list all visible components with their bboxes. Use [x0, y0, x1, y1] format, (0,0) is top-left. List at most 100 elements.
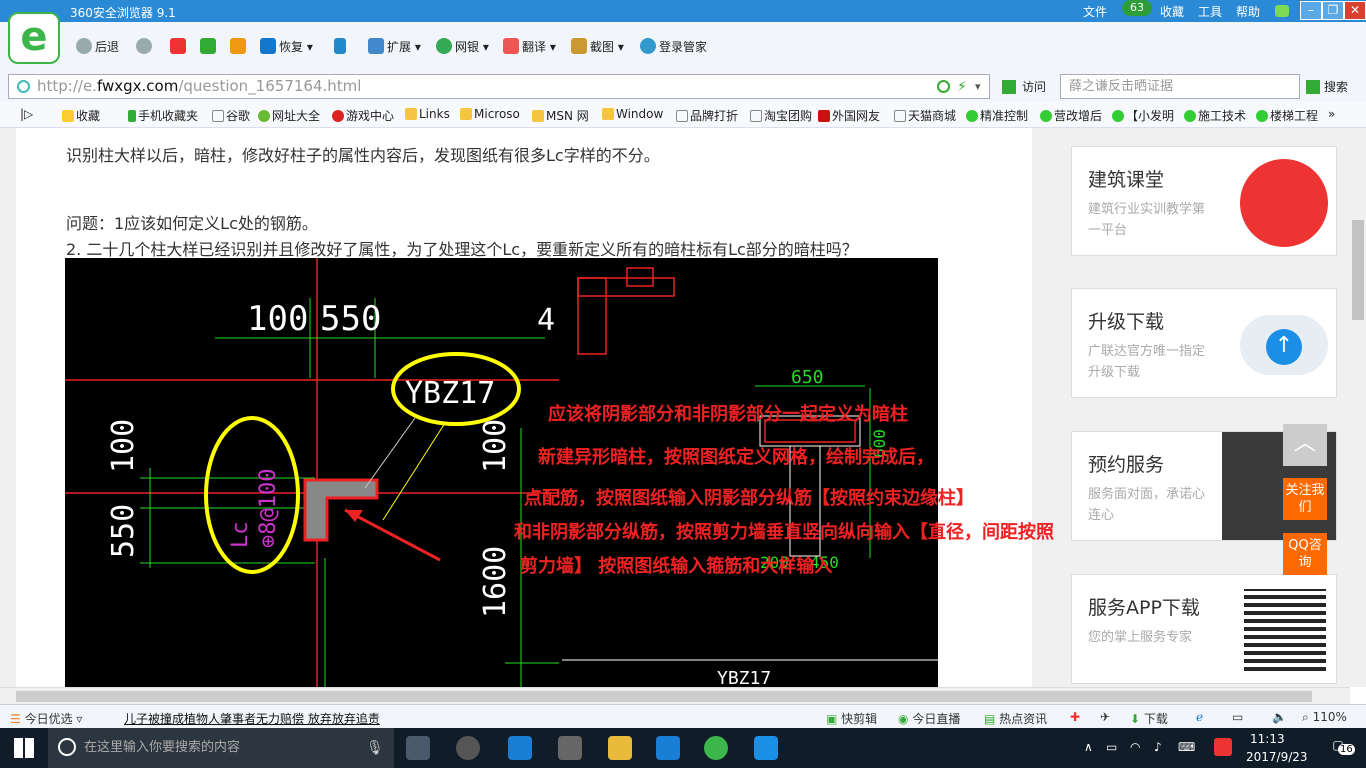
minimize-button[interactable]: – — [1300, 1, 1322, 20]
course-card[interactable]: 建筑课堂 建筑行业实训教学第一平台 — [1071, 146, 1337, 256]
window-icon[interactable]: ▭ — [1232, 710, 1243, 724]
url-field[interactable]: http://e.fwxgx.com/question_1657164.html… — [8, 74, 990, 99]
visit-button[interactable]: 访问 — [1002, 78, 1046, 95]
bookmark-item[interactable]: Links — [405, 107, 450, 121]
bookmark-item[interactable]: 游戏中心 — [332, 107, 394, 124]
tray-expand-icon[interactable]: ∧ — [1084, 740, 1093, 754]
speaker-icon[interactable]: ♪ — [1154, 740, 1162, 754]
bookmark-item[interactable]: 网址大全 — [258, 107, 320, 124]
menu-tools[interactable]: 工具 — [1198, 3, 1222, 20]
page-icon — [212, 110, 224, 122]
folder-icon — [602, 108, 614, 120]
remote-app-icon[interactable] — [754, 736, 778, 760]
skin-icon[interactable] — [1275, 5, 1289, 17]
play-icon: ▣ — [826, 712, 838, 726]
security-icon[interactable] — [937, 80, 950, 93]
edge-icon[interactable] — [508, 736, 532, 760]
scroll-thumb[interactable] — [1352, 220, 1364, 320]
keyboard-icon[interactable]: ⌨ — [1178, 740, 1195, 754]
sidebar-toggle-icon[interactable]: |▷ — [20, 107, 33, 121]
translate-button[interactable]: 翻译 ▾ — [503, 38, 556, 55]
windows-start-icon[interactable] — [14, 738, 34, 758]
extend-button[interactable]: 扩展 ▾ — [368, 38, 421, 55]
bookmark-item[interactable]: Microso — [460, 107, 520, 121]
mobile-button[interactable] — [334, 38, 349, 54]
microphone-icon[interactable]: 🎙 — [366, 728, 384, 768]
bookmark-item[interactable]: 收藏 — [62, 107, 100, 124]
search-button[interactable]: 搜索 — [1306, 78, 1348, 95]
today-picks[interactable]: ☰ 今日优选 ▿ — [10, 710, 82, 727]
app-card[interactable]: 服务APP下载 您的掌上服务专家 — [1071, 574, 1337, 684]
forward-button[interactable] — [136, 38, 155, 54]
bookmark-item[interactable]: 外国网友 — [818, 107, 880, 124]
download-button[interactable]: ⬇ 下载 — [1130, 710, 1168, 727]
page-icon — [17, 80, 30, 93]
bank-button[interactable]: 网银 ▾ — [436, 38, 489, 55]
scroll-thumb[interactable] — [16, 691, 1312, 702]
volume-icon[interactable]: 🔈 — [1272, 710, 1287, 724]
download-card[interactable]: 升级下载 广联达官方唯一指定升级下载 ↑ — [1071, 288, 1337, 398]
store-icon[interactable] — [558, 736, 582, 760]
speed-icon[interactable]: ⚡ — [957, 76, 967, 99]
360-browser-taskbar-icon[interactable] — [704, 736, 728, 760]
menu-help[interactable]: 帮助 — [1236, 3, 1260, 20]
bookmark-item[interactable]: 天猫商城 — [894, 107, 956, 124]
more-bookmarks-icon[interactable]: » — [1328, 107, 1335, 121]
bookmark-item[interactable]: 施工技术 — [1184, 107, 1246, 124]
close-button[interactable]: ✕ — [1344, 1, 1366, 20]
back-button[interactable]: 后退 — [76, 38, 119, 55]
news-link[interactable]: 儿子被撞成植物人肇事者无力赔偿 放弃放弃追责 — [124, 710, 380, 727]
wifi-icon[interactable]: ◠ — [1130, 740, 1140, 754]
grid-icon — [368, 38, 384, 54]
back-to-top-button[interactable]: ︿ — [1283, 424, 1327, 466]
dropdown-icon[interactable]: ▾ — [975, 75, 981, 98]
horizontal-scrollbar[interactable] — [0, 687, 1350, 704]
home-button[interactable] — [230, 38, 249, 54]
menu-favorites[interactable]: 收藏 — [1160, 3, 1184, 20]
search-input[interactable]: 薛之谦反击晒证据 — [1060, 74, 1300, 99]
plus-icon[interactable]: ✚ — [1070, 710, 1080, 724]
bookmark-item[interactable]: Window — [602, 107, 663, 121]
bookmark-item[interactable]: 谷歌 — [212, 107, 250, 124]
back-label: 后退 — [95, 40, 120, 54]
bookmark-item[interactable]: 品牌打折 — [676, 107, 738, 124]
notification-icon[interactable]: ▢ 16 — [1326, 738, 1355, 758]
restore-button[interactable]: 恢复 ▾ — [260, 38, 313, 55]
clock-date[interactable]: 2017/9/23 — [1246, 750, 1308, 764]
file-explorer-icon[interactable] — [608, 736, 632, 760]
bookmark-item[interactable]: MSN 网 — [532, 107, 589, 124]
dim-label: 100 — [247, 299, 308, 339]
bookmark-item[interactable]: 手机收藏夹 — [128, 107, 198, 124]
card-desc: 您的掌上服务专家 — [1088, 630, 1193, 645]
glodon-app-icon[interactable] — [656, 736, 680, 760]
ie-icon[interactable]: ℯ — [1196, 710, 1203, 724]
screenshot-button[interactable]: 截图 ▾ — [571, 38, 624, 55]
dim-label: 100 — [478, 419, 513, 473]
task-view-icon[interactable] — [406, 736, 430, 760]
tray-device-icon[interactable]: ▭ — [1106, 740, 1117, 754]
maximize-button[interactable]: ❐ — [1322, 1, 1344, 20]
bookmark-item[interactable]: 营改增后 — [1040, 107, 1102, 124]
bookmark-item[interactable]: 【小发明 — [1112, 107, 1174, 124]
refresh-button[interactable] — [200, 38, 219, 54]
quick-clip[interactable]: ▣ 快剪辑 — [826, 710, 877, 727]
bookmark-item[interactable]: 淘宝团购 — [750, 107, 812, 124]
zoom-control[interactable]: ⌕ 110% — [1302, 710, 1347, 725]
follow-button[interactable]: 关注我们 — [1283, 478, 1327, 520]
taskbar-search-input[interactable]: 在这里输入你要搜索的内容 🎙 — [48, 728, 394, 768]
browser-logo: e — [8, 12, 60, 64]
bookmark-item[interactable]: 精准控制 — [966, 107, 1028, 124]
pin-icon[interactable]: ✈ — [1100, 710, 1110, 724]
vertical-scrollbar[interactable] — [1350, 128, 1366, 687]
user-badge[interactable]: 63 — [1122, 0, 1152, 16]
clock-time[interactable]: 11:13 — [1250, 732, 1285, 746]
login-manager-button[interactable]: 登录管家 — [640, 38, 707, 55]
live-stream[interactable]: ◉ 今日直播 — [898, 710, 960, 727]
stop-button[interactable] — [170, 38, 189, 54]
hot-news[interactable]: ▤ 热点资讯 — [984, 710, 1047, 727]
qq-button[interactable]: QQ咨询 — [1283, 533, 1327, 575]
browser-app-icon[interactable] — [456, 736, 480, 760]
menu-file[interactable]: 文件 — [1083, 3, 1107, 20]
bookmark-item[interactable]: 楼梯工程 — [1256, 107, 1318, 124]
ime-icon[interactable] — [1214, 738, 1232, 756]
